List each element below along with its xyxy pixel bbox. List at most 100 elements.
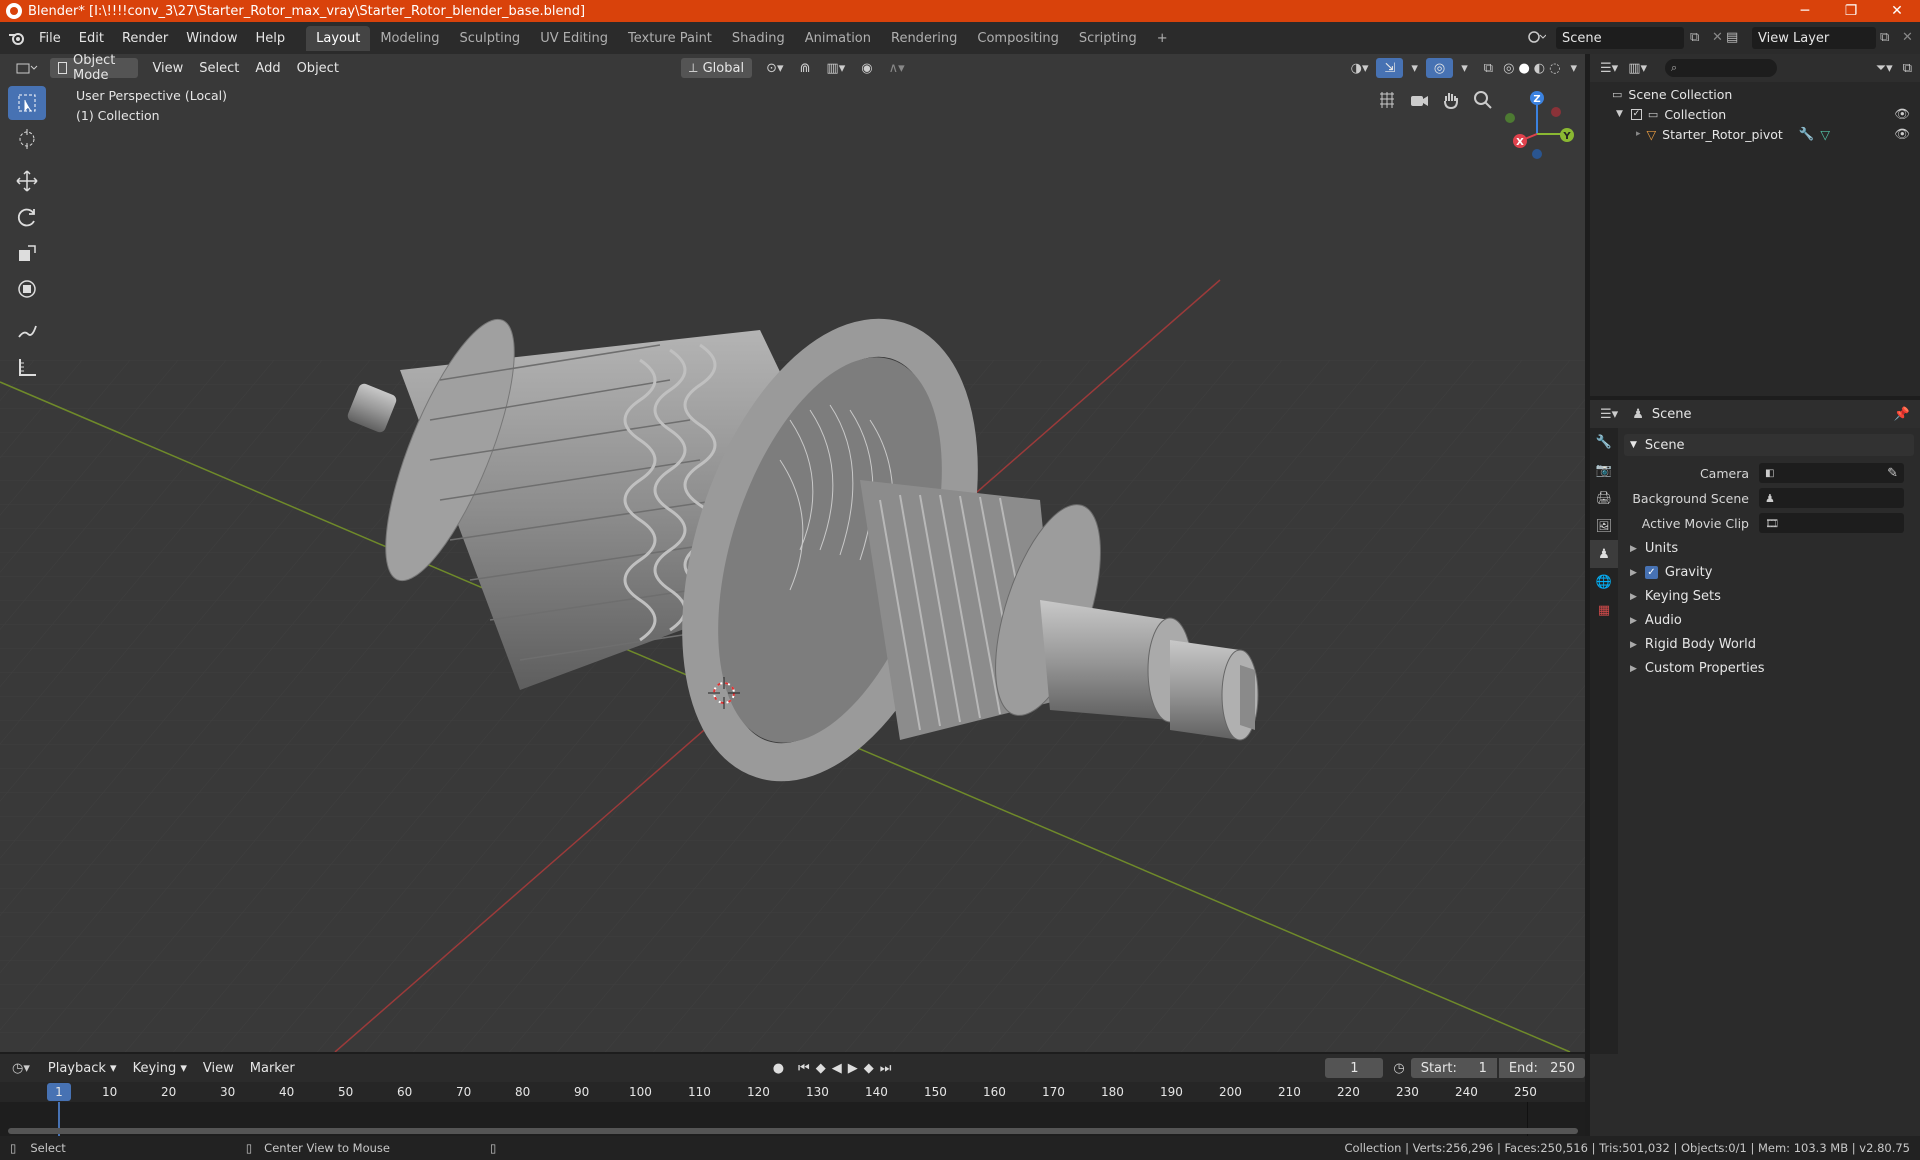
preview-range-icon[interactable]: ◷ (1393, 1061, 1404, 1076)
menu-render[interactable]: Render (113, 31, 177, 46)
audio-section[interactable]: ▶ Audio (1624, 613, 1682, 628)
timeline-view-menu[interactable]: View (195, 1058, 242, 1078)
rigid-body-world-section[interactable]: ▶ Rigid Body World (1624, 637, 1756, 652)
display-mode-icon[interactable]: ▥▾ (1628, 61, 1647, 76)
editor-type-icon[interactable] (8, 58, 46, 78)
tab-uv-editing[interactable]: UV Editing (530, 26, 618, 51)
menu-help[interactable]: Help (247, 31, 295, 46)
filter-icon[interactable]: ⏷▾ (1876, 61, 1893, 76)
rotate-tool[interactable] (8, 200, 46, 234)
pin-icon[interactable]: 📌 (1894, 407, 1910, 422)
timeline-ruler[interactable]: 1 10 20 30 40 50 60 70 80 90 100 110 120… (0, 1082, 1585, 1102)
play-icon[interactable]: ▶ (848, 1061, 858, 1076)
camera-view-icon[interactable] (1407, 88, 1431, 112)
blender-menu-icon[interactable] (8, 30, 26, 46)
minimize-button[interactable]: ─ (1782, 0, 1828, 22)
next-keyframe-icon[interactable]: ◆ (864, 1061, 874, 1076)
outliner-row-collection[interactable]: ▼ ✓ ▭ Collection 👁 (1590, 104, 1920, 124)
select-box-tool[interactable] (8, 86, 46, 120)
tab-sculpting[interactable]: Sculpting (449, 26, 530, 51)
shading-solid-icon[interactable]: ● (1516, 58, 1531, 78)
collection-include-checkbox[interactable]: ✓ (1630, 108, 1642, 120)
overlays-toggle-icon[interactable]: ◎ (1425, 58, 1454, 78)
scene-panel-header[interactable]: ▼ Scene (1624, 434, 1914, 456)
play-reverse-icon[interactable]: ◀ (832, 1061, 842, 1076)
output-tab-icon[interactable]: 🖨 (1590, 484, 1618, 512)
outliner-search-input[interactable]: ⌕ (1665, 59, 1777, 77)
menu-edit[interactable]: Edit (70, 31, 113, 46)
pan-view-icon[interactable] (1439, 88, 1463, 112)
xray-icon[interactable]: ⧉ (1476, 58, 1501, 78)
new-view-layer-icon[interactable]: ⧉ (1880, 30, 1889, 45)
shading-rendered-icon[interactable]: ◌ (1547, 58, 1562, 78)
menu-view[interactable]: View (144, 58, 191, 78)
view-layer-icon[interactable]: ▤ (1726, 30, 1738, 45)
texture-tab-icon[interactable]: ▦ (1590, 596, 1618, 624)
shading-dropdown-icon[interactable]: ▾ (1562, 58, 1585, 78)
proportional-editing-icon[interactable]: ◉ (853, 58, 880, 78)
timeline-editor-type-icon[interactable]: ◷▾ (12, 1061, 30, 1076)
outliner-row-object[interactable]: ▸ ▽ Starter_Rotor_pivot 🔧 ▽ 👁 (1590, 124, 1920, 144)
gizmo-toggle-icon[interactable]: ⇲ (1376, 58, 1404, 78)
background-scene-field[interactable]: ♟ (1759, 488, 1904, 508)
record-keyframe-icon[interactable]: ● (773, 1061, 784, 1076)
gizmo-dropdown-icon[interactable]: ▾ (1403, 58, 1426, 78)
expand-collection-icon[interactable]: ▼ (1616, 109, 1623, 119)
new-collection-icon[interactable]: ⧉ (1903, 61, 1912, 76)
gravity-section[interactable]: ▶ ✓ Gravity (1624, 565, 1712, 580)
close-button[interactable]: ✕ (1874, 0, 1920, 22)
jump-start-icon[interactable]: ⏮ (798, 1061, 810, 1076)
snap-target-icon[interactable]: ▥▾ (818, 58, 853, 78)
tool-tab-icon[interactable]: 🔧 (1590, 428, 1618, 456)
transform-tool[interactable] (8, 272, 46, 306)
move-tool[interactable] (8, 164, 46, 198)
menu-select[interactable]: Select (191, 58, 247, 78)
mesh-data-icon[interactable]: ▽ (1820, 127, 1830, 142)
tab-texture-paint[interactable]: Texture Paint (618, 26, 722, 51)
tab-layout[interactable]: Layout (306, 25, 371, 51)
view-layer-tab-icon[interactable]: 🖼 (1590, 512, 1618, 540)
menu-window[interactable]: Window (177, 31, 246, 46)
tab-animation[interactable]: Animation (795, 26, 881, 51)
scene-selector[interactable]: Scene (1556, 27, 1684, 49)
keying-menu[interactable]: Keying ▾ (125, 1058, 195, 1078)
visibility-icon[interactable]: ◑▾ (1343, 58, 1377, 78)
remove-view-layer-icon[interactable]: ✕ (1902, 30, 1913, 45)
toggle-ortho-grid-icon[interactable] (1375, 88, 1399, 112)
tab-shading[interactable]: Shading (722, 26, 795, 51)
properties-editor-type-icon[interactable]: ☰▾ (1600, 407, 1618, 422)
falloff-icon[interactable]: ∧▾ (881, 58, 913, 78)
pivot-point-icon[interactable]: ⊙▾ (758, 58, 791, 78)
modifier-wrench-icon[interactable]: 🔧 (1799, 126, 1815, 142)
tab-compositing[interactable]: Compositing (967, 26, 1069, 51)
marker-menu[interactable]: Marker (242, 1058, 303, 1078)
scene-tab-icon[interactable]: ♟ (1590, 540, 1618, 568)
start-frame-field[interactable]: Start: 1 (1410, 1058, 1497, 1078)
tab-scripting[interactable]: Scripting (1069, 26, 1147, 51)
shading-material-icon[interactable]: ◐ (1532, 58, 1547, 78)
shading-wireframe-icon[interactable]: ◎ (1501, 58, 1516, 78)
measure-tool[interactable] (8, 350, 46, 384)
prev-keyframe-icon[interactable]: ◆ (816, 1061, 826, 1076)
new-scene-icon[interactable]: ⧉ (1690, 30, 1699, 45)
current-frame-field[interactable]: 1 (1325, 1058, 1384, 1078)
snap-icon[interactable]: ⋒ (792, 58, 819, 78)
active-movie-clip-field[interactable]: 🎞 (1759, 513, 1904, 533)
timeline-scrollbar[interactable] (8, 1128, 1578, 1134)
outliner-editor-type-icon[interactable]: ☰▾ (1600, 61, 1618, 76)
object-visibility-eye-icon[interactable]: 👁 (1894, 126, 1910, 142)
3d-viewport[interactable]: Z Y X (0, 54, 1585, 1052)
world-tab-icon[interactable]: 🌐 (1590, 568, 1618, 596)
scale-tool[interactable] (8, 236, 46, 270)
menu-object[interactable]: Object (289, 58, 347, 78)
outliner-row-scene-collection[interactable]: ▭ Scene Collection (1590, 84, 1920, 104)
menu-file[interactable]: File (30, 31, 70, 46)
cursor-tool[interactable] (8, 122, 46, 156)
orientation-selector[interactable]: ⟂ Global (680, 58, 753, 78)
delete-scene-icon[interactable]: ✕ (1712, 30, 1723, 45)
gravity-checkbox[interactable]: ✓ (1644, 566, 1658, 579)
keying-sets-section[interactable]: ▶ Keying Sets (1624, 589, 1721, 604)
units-section[interactable]: ▶ Units (1624, 541, 1678, 556)
camera-field[interactable]: ◧ ✎ (1759, 463, 1904, 483)
mode-selector[interactable]: Object Mode (50, 53, 139, 83)
